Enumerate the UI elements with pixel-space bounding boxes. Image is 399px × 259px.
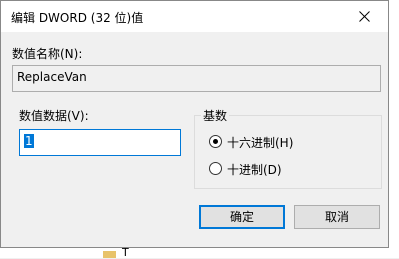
value-data-text: 1	[24, 134, 34, 148]
value-name-field[interactable]: ReplaceVan	[12, 65, 381, 92]
background-window-strip-bottom	[0, 248, 100, 258]
close-button[interactable]	[342, 1, 388, 32]
value-data-label: 数值数据(V):	[19, 109, 89, 123]
background-tree-row	[100, 248, 399, 258]
close-icon	[359, 11, 370, 22]
background-window-strip	[389, 0, 399, 258]
base-groupbox	[194, 115, 382, 189]
radio-selected-dot	[213, 139, 218, 144]
radio-decimal-label: 十进制(D)	[227, 163, 282, 177]
radio-hex[interactable]	[209, 135, 222, 148]
radio-decimal[interactable]	[209, 162, 222, 175]
title-bar: 编辑 DWORD (32 位)值	[1, 1, 388, 32]
base-group-title: 基数	[201, 107, 230, 124]
folder-icon	[103, 251, 116, 258]
ok-button[interactable]: 确定	[199, 205, 285, 229]
radio-hex-label: 十六进制(H)	[227, 136, 294, 150]
value-data-input[interactable]: 1	[19, 129, 181, 156]
radio-decimal-option[interactable]: 十进制(D)	[209, 161, 359, 177]
edit-dword-dialog: 编辑 DWORD (32 位)值 数值名称(N): ReplaceVan 数值数…	[0, 0, 389, 248]
cancel-button[interactable]: 取消	[294, 205, 380, 229]
radio-hex-option[interactable]: 十六进制(H)	[209, 134, 359, 150]
window-title: 编辑 DWORD (32 位)值	[11, 11, 144, 25]
value-name-text: ReplaceVan	[17, 70, 87, 84]
value-name-label: 数值名称(N):	[12, 47, 83, 61]
